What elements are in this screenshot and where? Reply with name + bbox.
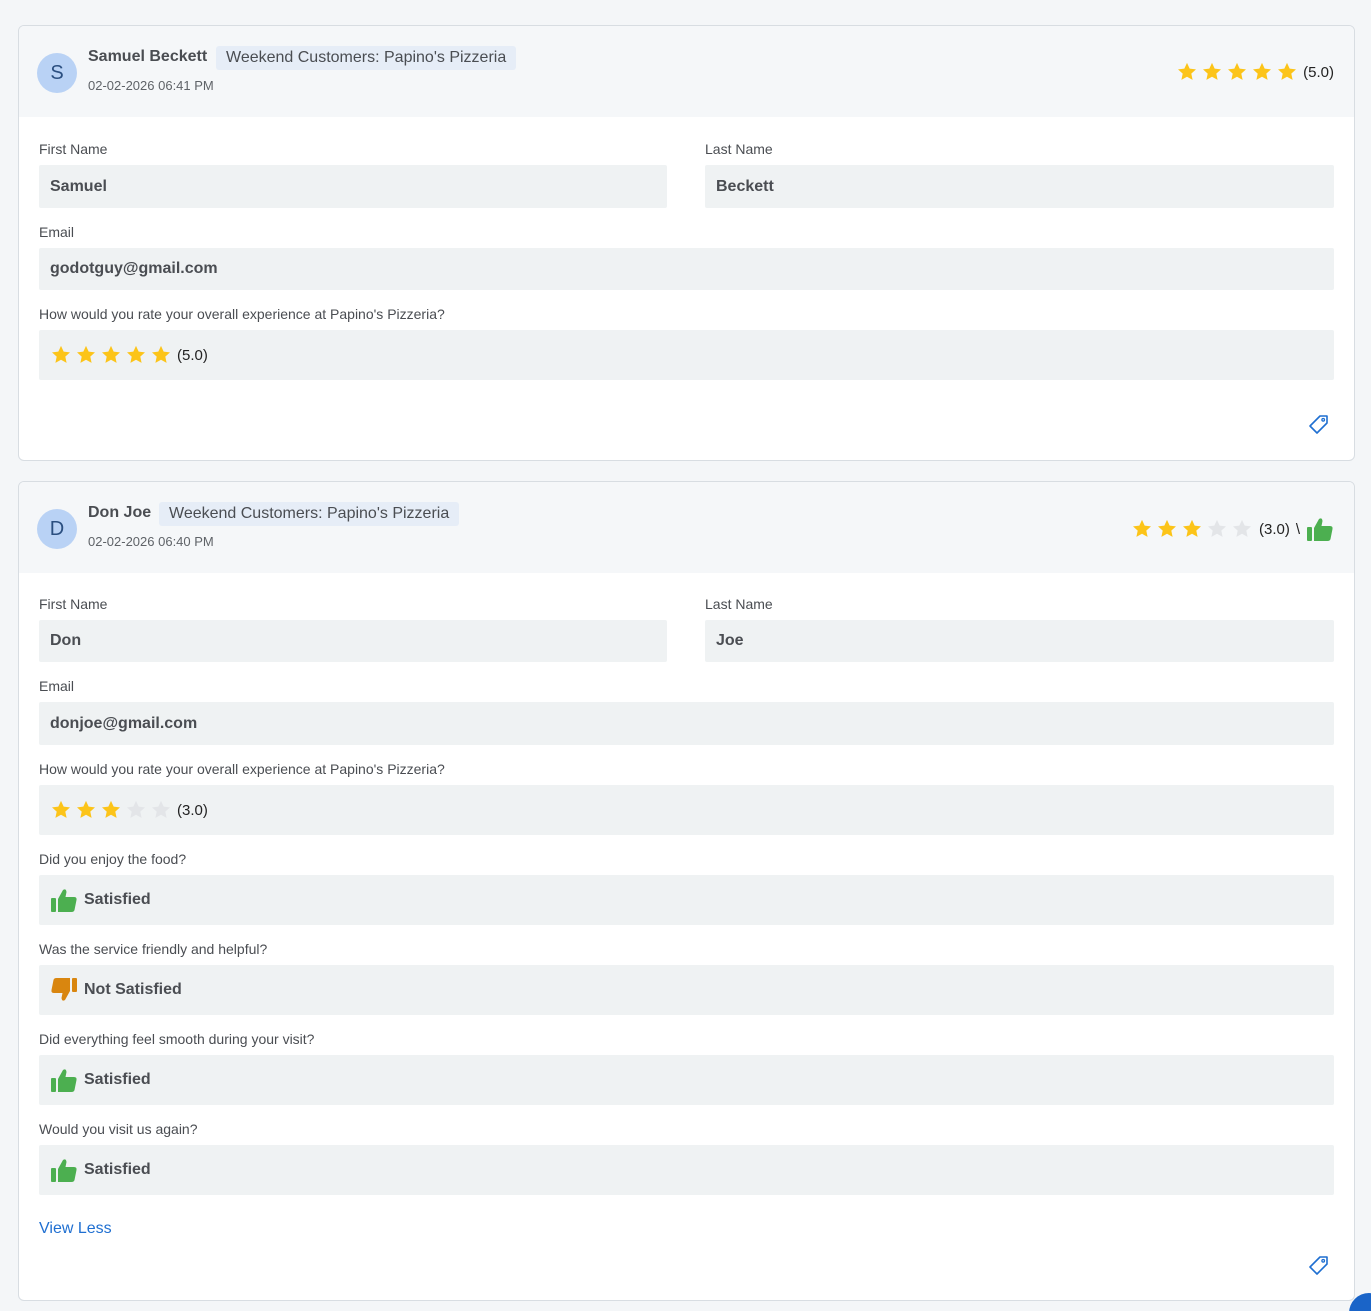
last-name-label: Last Name xyxy=(705,141,773,157)
star-icon xyxy=(1274,60,1299,85)
response-date: 02-02-2026 06:40 PM xyxy=(88,534,214,549)
question-label: Did you enjoy the food? xyxy=(39,851,187,867)
rating-value: (5.0) xyxy=(1303,64,1334,81)
first-name-label: First Name xyxy=(39,141,108,157)
view-less-link[interactable]: View Less xyxy=(39,1220,112,1238)
respondent-name: Samuel Beckett xyxy=(88,48,208,65)
thumbs-up-icon xyxy=(50,1067,84,1093)
thumbs-down-icon xyxy=(50,977,84,1003)
header-rating: (5.0) xyxy=(1174,60,1334,85)
star-icon xyxy=(148,343,173,368)
question-label: Did everything feel smooth during your v… xyxy=(39,1031,315,1047)
email-label: Email xyxy=(39,678,75,694)
star-icon xyxy=(1230,517,1255,542)
last-name-field: Beckett xyxy=(705,165,1334,208)
question-label: How would you rate your overall experien… xyxy=(39,306,445,322)
star-rating xyxy=(1130,517,1255,542)
star-icon xyxy=(1174,60,1199,85)
question-label: Was the service friendly and helpful? xyxy=(39,941,268,957)
satisfaction-value: Not Satisfied xyxy=(84,981,182,998)
response-header: D Don Joe Weekend Customers: Papino's Pi… xyxy=(19,482,1354,573)
question-label: How would you rate your overall experien… xyxy=(39,761,445,777)
rating-value: (3.0) xyxy=(1258,520,1290,538)
avatar: D xyxy=(37,509,77,549)
satisfaction-answer: Satisfied xyxy=(39,875,1334,925)
rating-answer: (3.0) xyxy=(39,785,1334,835)
star-icon xyxy=(1199,60,1224,85)
star-icon xyxy=(1155,517,1180,542)
star-icon xyxy=(1249,60,1274,85)
rating-value: (5.0) xyxy=(177,346,208,364)
star-icon xyxy=(1180,517,1205,542)
star-icon xyxy=(48,798,73,823)
satisfaction-value: Satisfied xyxy=(84,1071,151,1088)
rating-answer: (5.0) xyxy=(39,330,1334,380)
star-icon xyxy=(1130,517,1155,542)
tag-icon[interactable] xyxy=(1306,1254,1330,1278)
last-name-label: Last Name xyxy=(705,596,773,612)
satisfaction-value: Satisfied xyxy=(84,891,151,908)
thumbs-up-icon xyxy=(50,887,84,913)
response-card: S Samuel Beckett Weekend Customers: Papi… xyxy=(18,25,1355,461)
star-rating xyxy=(48,798,173,823)
star-icon xyxy=(73,798,98,823)
star-icon xyxy=(1224,60,1249,85)
first-name-label: First Name xyxy=(39,596,108,612)
tag-icon[interactable] xyxy=(1306,413,1330,437)
first-name-field: Don xyxy=(39,620,667,662)
satisfaction-answer: Satisfied xyxy=(39,1055,1334,1105)
email-field: godotguy@gmail.com xyxy=(39,248,1334,290)
email-label: Email xyxy=(39,224,75,240)
star-icon xyxy=(148,798,173,823)
first-name-field: Samuel xyxy=(39,165,667,208)
satisfaction-answer: Not Satisfied xyxy=(39,965,1334,1015)
header-rating: (3.0) \ xyxy=(1130,516,1334,542)
rating-value: (3.0) xyxy=(177,801,208,819)
star-icon xyxy=(123,798,148,823)
avatar: S xyxy=(37,53,77,93)
response-card: D Don Joe Weekend Customers: Papino's Pi… xyxy=(18,481,1355,1301)
question-label: Would you visit us again? xyxy=(39,1121,198,1137)
satisfaction-answer: Satisfied xyxy=(39,1145,1334,1195)
response-date: 02-02-2026 06:41 PM xyxy=(88,78,214,93)
last-name-field: Joe xyxy=(705,620,1334,662)
respondent-name: Don Joe xyxy=(88,504,152,521)
thumbs-up-icon xyxy=(50,1157,84,1183)
star-icon xyxy=(48,343,73,368)
group-badge: Weekend Customers: Papino's Pizzeria xyxy=(159,502,460,526)
group-badge: Weekend Customers: Papino's Pizzeria xyxy=(216,46,517,70)
star-icon xyxy=(1205,517,1230,542)
response-header: S Samuel Beckett Weekend Customers: Papi… xyxy=(19,26,1354,117)
star-rating xyxy=(48,343,173,368)
star-icon xyxy=(123,343,148,368)
star-icon xyxy=(73,343,98,368)
star-rating xyxy=(1174,60,1299,85)
satisfaction-value: Satisfied xyxy=(84,1161,151,1178)
thumbs-up-icon xyxy=(1306,516,1334,542)
rating-separator: \ xyxy=(1295,520,1300,538)
email-field: donjoe@gmail.com xyxy=(39,702,1334,745)
star-icon xyxy=(98,798,123,823)
star-icon xyxy=(98,343,123,368)
